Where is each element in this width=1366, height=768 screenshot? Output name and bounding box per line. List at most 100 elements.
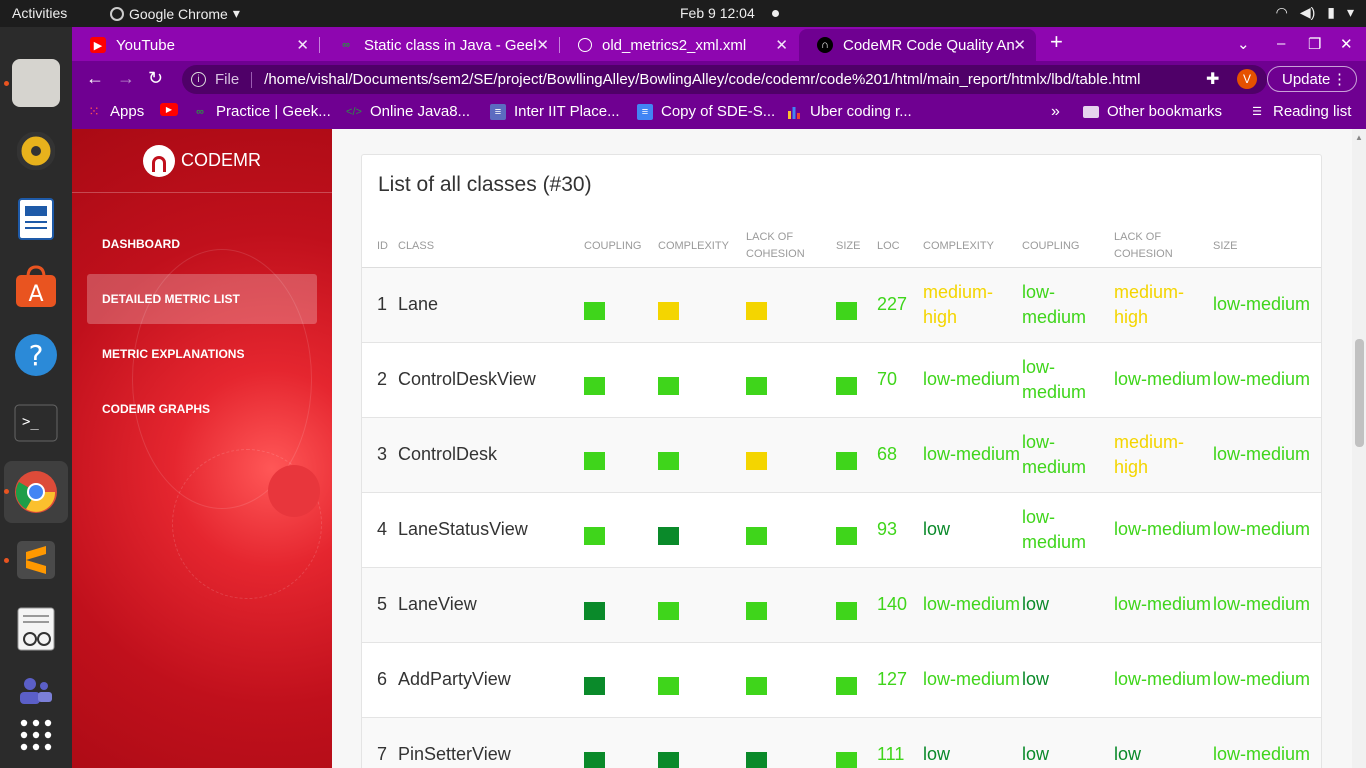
tab-youtube[interactable]: ▶ YouTube ✕ [72, 29, 319, 61]
bookmark-other-folder[interactable]: Other bookmarks [1083, 103, 1222, 120]
scroll-up-icon[interactable]: ▲ [1355, 133, 1363, 142]
close-icon[interactable]: ✕ [1013, 36, 1026, 54]
reload-icon[interactable]: ↻ [148, 68, 163, 89]
bookmark-practice-geeks[interactable]: ∞ Practice | Geek... [192, 103, 331, 120]
close-icon[interactable]: ✕ [536, 36, 549, 54]
chrome-icon[interactable] [12, 468, 60, 516]
system-tray[interactable]: ◠ ◀) ▮ ▾ [1276, 4, 1354, 21]
table-row[interactable]: 3 ControlDesk 68 low-medium low-medium medium… [362, 417, 1321, 493]
help-icon[interactable]: ? [12, 331, 60, 379]
size-cell [836, 492, 877, 568]
new-tab-icon[interactable]: + [1050, 29, 1063, 55]
id-cell: 1 [362, 267, 398, 343]
teams-icon[interactable] [12, 667, 60, 715]
header-complexity-text[interactable]: COMPLEXITY [923, 225, 1022, 268]
forward-icon[interactable]: → [117, 68, 135, 89]
system-top-bar: Activities Google Chrome ▾ Feb 9 12:04 ◠… [0, 0, 1366, 27]
cohesion-indicator [746, 302, 767, 320]
close-window-icon[interactable]: ✕ [1340, 35, 1353, 53]
writer-icon[interactable] [12, 195, 60, 243]
activities-button[interactable]: Activities [12, 5, 67, 21]
show-applications-icon[interactable] [12, 711, 60, 759]
maximize-icon[interactable]: ❐ [1308, 35, 1321, 53]
complexity-text-cell: low-medium [923, 342, 1022, 418]
complexity-cell [658, 342, 746, 418]
loc-value: 70 [877, 369, 898, 389]
tab-search-icon[interactable]: ⌄ [1237, 35, 1250, 53]
header-class[interactable]: CLASS [398, 225, 584, 268]
rhythmbox-icon[interactable] [12, 127, 60, 175]
sublime-text-icon[interactable] [12, 536, 60, 584]
header-complexity[interactable]: COMPLEXITY [658, 225, 746, 268]
sidebar-item-dashboard[interactable]: DASHBOARD [87, 219, 317, 269]
youtube-icon: ▶ [160, 103, 178, 116]
header-loc[interactable]: LOC [877, 225, 923, 268]
table-row[interactable]: 6 AddPartyView 127 low-medium low low-medium l… [362, 642, 1321, 718]
update-button[interactable]: Update ⋮ [1267, 66, 1357, 92]
table-row[interactable]: 5 LaneView 140 low-medium low low-medium low-m… [362, 567, 1321, 643]
wifi-icon: ◠ [1275, 4, 1288, 20]
extensions-icon[interactable]: ✚ [1206, 69, 1219, 89]
table-row[interactable]: 2 ControlDeskView 70 low-medium low-medium lo… [362, 342, 1321, 418]
cohesion-indicator [746, 752, 767, 768]
software-store-icon[interactable]: A [12, 263, 60, 311]
header-id[interactable]: ID [362, 225, 398, 268]
bookmark-sde-sheet[interactable]: ≡ Copy of SDE-S... [637, 103, 775, 120]
url-text[interactable]: /home/vishal/Documents/sem2/SE/project/B… [264, 71, 1144, 88]
tab-title: Static class in Java - Geek [364, 36, 536, 54]
class-name: ControlDeskView [398, 369, 536, 389]
bookmark-uber-coding[interactable]: Uber coding r... [786, 103, 912, 120]
coupling-cell [584, 567, 658, 643]
loc-cell: 127 [877, 642, 923, 718]
loc-cell: 227 [877, 267, 923, 343]
minimize-icon[interactable]: – [1277, 35, 1285, 52]
profile-avatar[interactable]: V [1237, 69, 1257, 89]
page-scrollbar[interactable]: ▲ [1352, 129, 1366, 768]
sidebar-item-codemr-graphs[interactable]: CODEMR GRAPHS [87, 384, 317, 434]
header-lack-of-cohesion[interactable]: LACK OF COHESION [746, 225, 836, 268]
tab-old-metrics[interactable]: old_metrics2_xml.xml ✕ [560, 29, 798, 61]
header-size[interactable]: SIZE [836, 225, 877, 268]
cohesion-level: low [1114, 744, 1142, 764]
files-icon[interactable] [12, 59, 60, 107]
close-icon[interactable]: ✕ [296, 36, 309, 54]
sidebar-item-label: METRIC EXPLANATIONS [102, 347, 245, 361]
cohesion-level: low-medium [1114, 369, 1212, 389]
tab-codemr[interactable]: ∩ CodeMR Code Quality An ✕ [799, 29, 1036, 61]
bookmark-youtube[interactable]: ▶ [160, 103, 186, 116]
terminal-icon[interactable]: >_ [12, 399, 60, 447]
bookmark-label: Copy of SDE-S... [661, 103, 776, 120]
header-lack-of-cohesion-text[interactable]: LACK OF COHESION [1114, 225, 1213, 268]
size-text-cell: low-medium [1213, 717, 1321, 768]
brand[interactable]: CODEMR [72, 129, 332, 193]
class-cell: PinSetterView [398, 717, 584, 768]
address-bar[interactable]: i File /home/vishal/Documents/sem2/SE/pr… [182, 65, 1267, 94]
info-icon[interactable]: i [191, 72, 206, 87]
tab-geeksforgeeks[interactable]: ∞ Static class in Java - Geek ✕ [320, 29, 559, 61]
reading-list[interactable]: ☰ Reading list [1249, 103, 1351, 120]
header-coupling[interactable]: COUPLING [584, 225, 658, 268]
header-coupling-text[interactable]: COUPLING [1022, 225, 1114, 268]
bookmarks-overflow-icon[interactable]: » [1051, 103, 1060, 121]
coupling-text-cell: low-medium [1022, 342, 1114, 418]
complexity-indicator [658, 527, 679, 545]
scrollbar-thumb[interactable] [1355, 339, 1364, 447]
complexity-indicator [658, 677, 679, 695]
header-size-text[interactable]: SIZE [1213, 225, 1321, 268]
bookmark-online-java[interactable]: </> Online Java8... [346, 103, 470, 120]
document-viewer-icon[interactable] [12, 605, 60, 653]
app-menu[interactable]: Google Chrome ▾ [110, 5, 240, 22]
close-icon[interactable]: ✕ [775, 36, 788, 54]
class-name: Lane [398, 294, 439, 314]
bookmark-apps[interactable]: ⁙ Apps [86, 103, 144, 120]
table-row[interactable]: 4 LaneStatusView 93 low low-medium low-medium… [362, 492, 1321, 568]
cohesion-cell [746, 492, 836, 568]
table-row[interactable]: 1 Lane 227 medium-high low-medium medium-high… [362, 267, 1321, 343]
back-icon[interactable]: ← [86, 68, 104, 89]
table-row[interactable]: 7 PinSetterView 111 low low low low-medium [362, 717, 1321, 768]
clock[interactable]: Feb 9 12:04 [680, 5, 755, 21]
sidebar-item-detailed-metric-list[interactable]: DETAILED METRIC LIST [87, 274, 317, 324]
bookmark-inter-iit[interactable]: ≡ Inter IIT Place... [490, 103, 620, 120]
coupling-text-cell: low-medium [1022, 417, 1114, 493]
sidebar-item-metric-explanations[interactable]: METRIC EXPLANATIONS [87, 329, 317, 379]
